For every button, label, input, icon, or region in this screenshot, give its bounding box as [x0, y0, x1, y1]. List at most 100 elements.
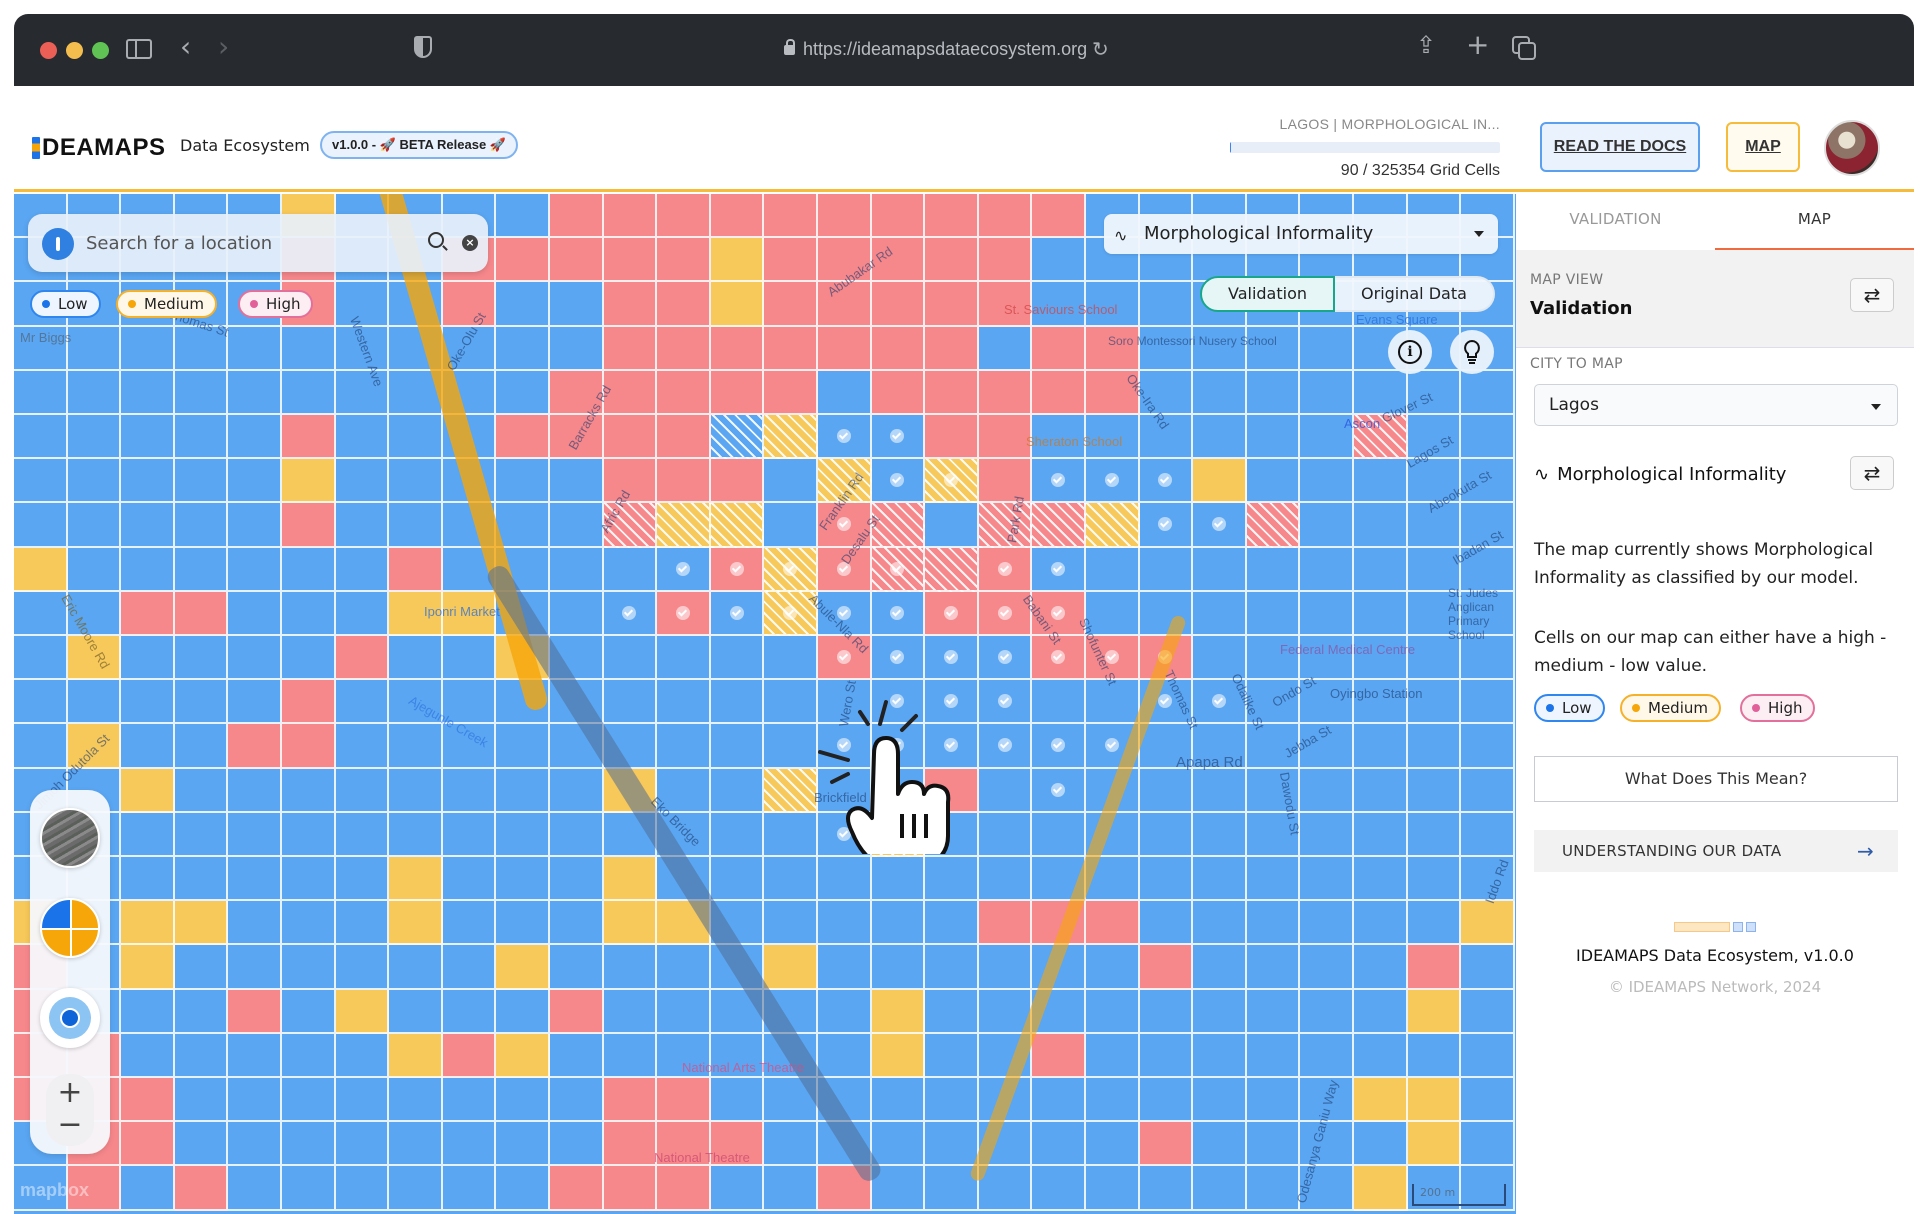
grid-cell-medium[interactable] — [603, 901, 658, 946]
grid-cell-high[interactable] — [603, 194, 658, 239]
grid-cell-high[interactable] — [657, 1166, 711, 1211]
grid-cell-low[interactable] — [925, 989, 979, 1034]
grid-cell-medium[interactable] — [1354, 1078, 1408, 1123]
grid-cell-low[interactable] — [282, 901, 336, 946]
grid-cell-low[interactable] — [657, 547, 711, 592]
grid-cell-high[interactable] — [657, 459, 711, 504]
grid-cell-low[interactable] — [1139, 459, 1194, 504]
grid-cell-low[interactable] — [1086, 1078, 1140, 1123]
grid-cell-low[interactable] — [764, 636, 818, 681]
grid-cell-medium[interactable] — [174, 901, 229, 946]
grid-cell-low[interactable] — [121, 547, 175, 592]
grid-cell-low[interactable] — [496, 503, 550, 548]
grid-cell-high[interactable] — [764, 282, 818, 327]
grid-cell-low[interactable] — [550, 282, 604, 327]
grid-cell-low[interactable] — [1086, 680, 1140, 725]
grid-cell-low[interactable] — [764, 724, 818, 769]
grid-cell-low[interactable] — [389, 768, 443, 813]
grid-cell-low[interactable] — [1032, 1122, 1086, 1167]
grid-cell-low[interactable] — [121, 415, 175, 460]
grid-cell-low[interactable] — [67, 680, 122, 725]
grid-cell-low[interactable] — [496, 459, 550, 504]
grid-cell-low[interactable] — [174, 370, 229, 415]
grid-cell-low[interactable] — [174, 459, 229, 504]
grid-cell-low[interactable] — [14, 415, 68, 460]
grid-cell-low[interactable] — [1354, 812, 1408, 857]
grid-cell-low[interactable] — [496, 370, 550, 415]
grid-cell-low[interactable] — [871, 857, 926, 902]
grid-cell-low[interactable] — [657, 945, 711, 990]
grid-cell-low[interactable] — [925, 857, 979, 902]
grid-cell-low[interactable] — [228, 547, 282, 592]
grid-cell-low[interactable] — [174, 1122, 229, 1167]
grid-cell-low[interactable] — [335, 547, 390, 592]
zoom-out-button[interactable]: − — [46, 1108, 94, 1142]
grid-cell-low[interactable] — [121, 503, 175, 548]
map-canvas[interactable]: Bode Thomas St Western Ave Oke-Olu St Ba… — [14, 194, 1516, 1214]
user-avatar[interactable] — [1824, 120, 1880, 176]
grid-cell-low[interactable] — [67, 326, 122, 371]
grid-cell-medium[interactable] — [389, 857, 443, 902]
grid-cell-low[interactable] — [174, 1033, 229, 1078]
grid-cell-low[interactable] — [710, 680, 765, 725]
grid-cell-high[interactable] — [925, 282, 979, 327]
grid-cell-medium[interactable] — [925, 459, 979, 504]
grid-cell-low[interactable] — [1300, 901, 1354, 946]
grid-cell-high[interactable] — [871, 194, 926, 239]
grid-cell-low[interactable] — [978, 857, 1033, 902]
grid-cell-low[interactable] — [228, 901, 282, 946]
grid-cell-high[interactable] — [710, 547, 765, 592]
grid-cell-high[interactable] — [1032, 503, 1086, 548]
grid-cell-low[interactable] — [228, 326, 282, 371]
grid-cell-low[interactable] — [1032, 1166, 1086, 1211]
grid-cell-low[interactable] — [389, 1166, 443, 1211]
grid-cell-low[interactable] — [1407, 812, 1462, 857]
grid-cell-medium[interactable] — [1086, 503, 1140, 548]
grid-cell-low[interactable] — [335, 1122, 390, 1167]
grid-cell-medium[interactable] — [389, 1033, 443, 1078]
grid-cell-low[interactable] — [818, 370, 872, 415]
grid-cell-low[interactable] — [442, 901, 497, 946]
grid-cell-low[interactable] — [550, 812, 604, 857]
grid-cell-low[interactable] — [764, 503, 818, 548]
grid-cell-low[interactable] — [1300, 857, 1354, 902]
grid-cell-low[interactable] — [1193, 503, 1247, 548]
grid-cell-high[interactable] — [710, 194, 765, 239]
grid-cell-low[interactable] — [1246, 1078, 1301, 1123]
grid-cell-low[interactable] — [335, 591, 390, 636]
grid-cell-low[interactable] — [174, 680, 229, 725]
grid-cell-low[interactable] — [1461, 812, 1515, 857]
grid-cell-high[interactable] — [764, 194, 818, 239]
grid-cell-high[interactable] — [282, 680, 336, 725]
grid-cell-medium[interactable] — [282, 459, 336, 504]
grid-cell-low[interactable] — [1461, 1122, 1515, 1167]
grid-cell-low[interactable] — [496, 282, 550, 327]
grid-cell-low[interactable] — [389, 945, 443, 990]
grid-cell-low[interactable] — [1246, 901, 1301, 946]
grid-cell-medium[interactable] — [1407, 1122, 1462, 1167]
grid-cell-low[interactable] — [335, 503, 390, 548]
grid-cell-low[interactable] — [657, 724, 711, 769]
grid-cell-high[interactable] — [925, 415, 979, 460]
grid-cell-low[interactable] — [978, 768, 1033, 813]
grid-cell-low[interactable] — [174, 724, 229, 769]
locate-me-button[interactable] — [40, 988, 100, 1048]
grid-cell-low[interactable] — [1139, 591, 1194, 636]
grid-cell-medium[interactable] — [14, 547, 68, 592]
grid-cell-low[interactable] — [1032, 724, 1086, 769]
grid-cell-low[interactable] — [496, 194, 550, 239]
grid-cell-low[interactable] — [978, 945, 1033, 990]
grid-cell-low[interactable] — [282, 989, 336, 1034]
grid-cell-low[interactable] — [335, 857, 390, 902]
grid-cell-low[interactable] — [121, 1033, 175, 1078]
grid-cell-medium[interactable] — [603, 857, 658, 902]
grid-cell-low[interactable] — [1086, 945, 1140, 990]
grid-cell-low[interactable] — [335, 459, 390, 504]
grid-cell-high[interactable] — [1032, 1033, 1086, 1078]
grid-cell-medium[interactable] — [121, 945, 175, 990]
grid-cell-low[interactable] — [1300, 503, 1354, 548]
grid-cell-low[interactable] — [871, 1122, 926, 1167]
grid-cell-high[interactable] — [174, 1166, 229, 1211]
grid-cell-low[interactable] — [442, 1122, 497, 1167]
grid-cell-low[interactable] — [1246, 370, 1301, 415]
